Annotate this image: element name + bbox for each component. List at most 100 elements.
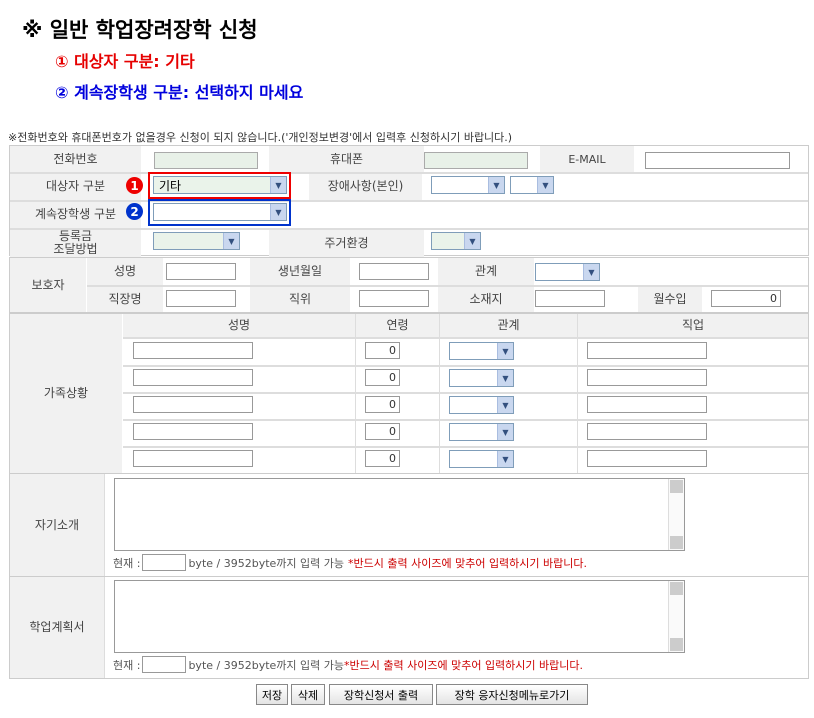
- delete-button[interactable]: 삭제: [291, 684, 325, 705]
- scrollbar[interactable]: [668, 479, 684, 550]
- plan-label: 학업계획서: [10, 577, 104, 678]
- highlight-target: [148, 172, 291, 199]
- save-button[interactable]: 저장: [256, 684, 288, 705]
- plan-counter-suffix: byte / 3952byte까지 입력 가능: [188, 658, 345, 672]
- tuition-label-line2: 조달방법: [53, 242, 98, 256]
- chevron-down-icon: ▼: [497, 424, 513, 440]
- chevron-down-icon: ▼: [497, 397, 513, 413]
- family-header-name: 성명: [123, 314, 355, 337]
- family-name-input[interactable]: [133, 396, 253, 413]
- intro-textarea[interactable]: [114, 478, 685, 551]
- disability-select-1[interactable]: ▼: [431, 176, 505, 194]
- divider: [123, 446, 808, 448]
- family-header-job: 직업: [578, 314, 808, 337]
- guardian-name-input[interactable]: [166, 263, 236, 280]
- back-to-menu-button[interactable]: 장학 응자신청메뉴로가기: [436, 684, 588, 705]
- phone-input[interactable]: [154, 152, 258, 169]
- family-age-input[interactable]: 0: [365, 396, 400, 413]
- guardian-position-input[interactable]: [359, 290, 429, 307]
- divider: [123, 419, 808, 421]
- family-relation-select[interactable]: ▼: [449, 342, 514, 360]
- plan-textarea[interactable]: [114, 580, 685, 653]
- family-job-input[interactable]: [587, 396, 707, 413]
- chevron-down-icon: ▼: [497, 343, 513, 359]
- phone-label: 전화번호: [10, 146, 141, 172]
- tuition-label: 등록금 조달방법: [10, 229, 141, 257]
- family-name-input[interactable]: [133, 450, 253, 467]
- chevron-down-icon: ▼: [537, 177, 553, 193]
- phone-notice: ※전화번호와 휴대폰번호가 없을경우 신청이 되지 않습니다.('개인정보변경'…: [8, 131, 513, 144]
- disability-label: 장애사항(본인): [309, 173, 422, 200]
- guardian-employer-label: 직장명: [87, 286, 163, 312]
- divider: [87, 285, 808, 287]
- intro-label: 자기소개: [10, 474, 104, 576]
- intro-counter-suffix: byte / 3952byte까지 입력 가능: [188, 556, 345, 570]
- guardian-employer-input[interactable]: [166, 290, 236, 307]
- family-job-input[interactable]: [587, 423, 707, 440]
- family-relation-select[interactable]: ▼: [449, 423, 514, 441]
- print-application-button[interactable]: 장학신청서 출력: [329, 684, 433, 705]
- divider: [10, 228, 808, 230]
- family-job-input[interactable]: [587, 342, 707, 359]
- family-label: 가족상황: [10, 314, 122, 473]
- family-age-input[interactable]: 0: [365, 342, 400, 359]
- marker-two: 2: [126, 203, 143, 220]
- highlight-continuing: [148, 199, 291, 226]
- intro-warning: *반드시 출력 사이즈에 맞추어 입력하시기 바랍니다.: [348, 556, 588, 570]
- instruction-target: ① 대상자 구분: 기타: [55, 52, 195, 71]
- chevron-down-icon: ▼: [497, 370, 513, 386]
- divider: [123, 365, 808, 367]
- guardian-income-input[interactable]: 0: [711, 290, 781, 307]
- family-header-age: 연령: [356, 314, 439, 337]
- target-label: 대상자 구분: [10, 173, 141, 200]
- chevron-down-icon: ▼: [583, 264, 599, 280]
- page-title: ※ 일반 학업장려장학 신청: [22, 18, 258, 42]
- family-name-input[interactable]: [133, 423, 253, 440]
- mobile-label: 휴대폰: [269, 146, 424, 172]
- family-name-input[interactable]: [133, 342, 253, 359]
- disability-select-2[interactable]: ▼: [510, 176, 554, 194]
- guardian-income-label: 월수입: [638, 286, 702, 312]
- plan-byte-count-input: [142, 656, 187, 673]
- plan-counter-prefix: 현재 :: [113, 658, 141, 672]
- divider: [104, 577, 105, 678]
- chevron-down-icon: ▼: [464, 233, 480, 249]
- family-name-input[interactable]: [133, 369, 253, 386]
- divider: [123, 392, 808, 394]
- chevron-down-icon: ▼: [497, 451, 513, 467]
- chevron-down-icon: ▼: [223, 233, 239, 249]
- guardian-address-label: 소재지: [438, 286, 534, 312]
- guardian-birth-input[interactable]: [359, 263, 429, 280]
- marker-one: 1: [126, 177, 143, 194]
- divider: [10, 200, 808, 202]
- divider: [10, 172, 808, 174]
- guardian-address-input[interactable]: [535, 290, 605, 307]
- housing-select[interactable]: ▼: [431, 232, 481, 250]
- email-label: E-MAIL: [540, 146, 634, 172]
- mobile-input[interactable]: [424, 152, 528, 169]
- tuition-select[interactable]: ▼: [153, 232, 240, 250]
- divider: [104, 474, 105, 576]
- intro-counter-prefix: 현재 :: [113, 556, 141, 570]
- intro-byte-count-input: [142, 554, 187, 571]
- continuing-label: 계속장학생 구분: [10, 201, 141, 228]
- family-relation-select[interactable]: ▼: [449, 450, 514, 468]
- intro-byte-counter: 현재 : byte / 3952byte까지 입력 가능 *반드시 출력 사이즈…: [113, 554, 587, 571]
- guardian-name-label: 성명: [87, 258, 163, 285]
- email-input[interactable]: [645, 152, 790, 169]
- housing-label: 주거환경: [269, 229, 424, 257]
- scrollbar[interactable]: [668, 581, 684, 652]
- family-relation-select[interactable]: ▼: [449, 369, 514, 387]
- family-age-input[interactable]: 0: [365, 423, 400, 440]
- family-job-input[interactable]: [587, 450, 707, 467]
- instruction-continuing: ② 계속장학생 구분: 선택하지 마세요: [55, 83, 304, 102]
- guardian-relation-label: 관계: [438, 258, 534, 285]
- plan-warning: *반드시 출력 사이즈에 맞추어 입력하시기 바랍니다.: [344, 658, 584, 672]
- family-age-input[interactable]: 0: [365, 450, 400, 467]
- family-header-relation: 관계: [440, 314, 577, 337]
- family-job-input[interactable]: [587, 369, 707, 386]
- family-age-input[interactable]: 0: [365, 369, 400, 386]
- guardian-relation-select[interactable]: ▼: [535, 263, 600, 281]
- guardian-label: 보호자: [10, 258, 86, 312]
- family-relation-select[interactable]: ▼: [449, 396, 514, 414]
